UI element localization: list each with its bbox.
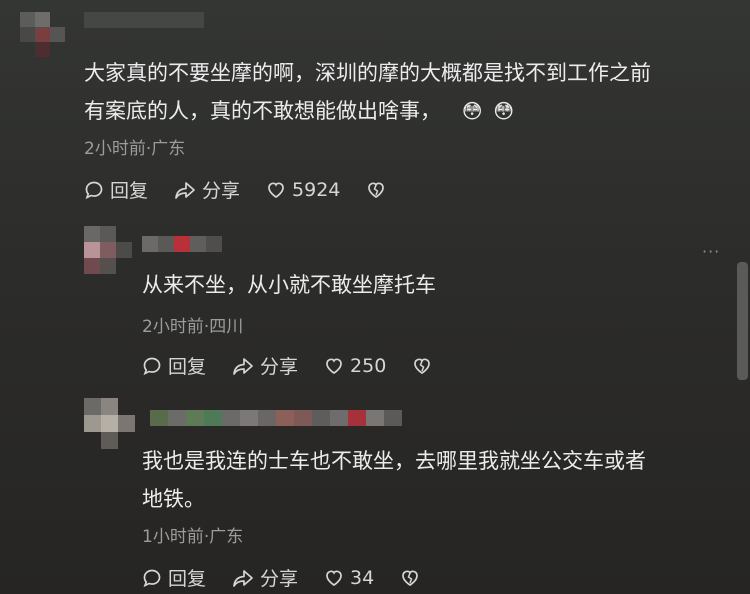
comment-actions: 回复 分享 250 (142, 352, 464, 379)
avatar[interactable] (84, 398, 136, 450)
flushed-face-emoji: 😳 (461, 99, 483, 123)
like-count: 5924 (292, 178, 341, 201)
broken-heart-icon (414, 357, 431, 374)
dislike-button[interactable] (400, 568, 426, 588)
username-obscured[interactable] (84, 12, 204, 28)
comment-timestamp-location: 2小时前·广东 (84, 139, 186, 159)
comment-text: 大家真的不要坐摩的啊，深圳的摩的大概都是找不到工作之前 有案底的人，真的不敢想能… (84, 61, 651, 123)
dislike-button[interactable] (412, 356, 438, 376)
share-button[interactable]: 分享 (174, 176, 240, 203)
like-count: 34 (350, 566, 375, 589)
dislike-button[interactable] (366, 180, 392, 200)
heart-icon (326, 357, 342, 374)
avatar[interactable] (84, 226, 134, 276)
username-obscured[interactable] (142, 236, 222, 252)
username-obscured[interactable] (150, 410, 408, 426)
broken-heart-icon (368, 181, 385, 198)
avatar[interactable] (20, 12, 66, 70)
like-button[interactable]: 34 (324, 567, 374, 589)
comment-text: 我也是我连的士车也不敢坐，去哪里我就坐公交车或者 地铁。 (142, 449, 646, 511)
comment-actions: 回复 分享 34 (142, 564, 452, 591)
scrollbar-thumb[interactable] (737, 262, 748, 380)
broken-heart-icon (402, 569, 419, 586)
speech-bubble-icon (143, 569, 161, 587)
reply-button[interactable]: 回复 (142, 564, 206, 591)
share-arrow-icon (233, 357, 253, 375)
speech-bubble-icon (85, 181, 103, 199)
share-button[interactable]: 分享 (232, 352, 298, 379)
comment-timestamp-location: 2小时前·四川 (142, 317, 244, 337)
heart-icon (326, 569, 342, 586)
comment-actions: 回复 分享 5924 (84, 176, 418, 203)
share-arrow-icon (233, 569, 253, 587)
like-button[interactable]: 250 (324, 355, 386, 377)
reply-button[interactable]: 回复 (84, 176, 148, 203)
like-count: 250 (350, 354, 387, 377)
reply-button[interactable]: 回复 (142, 352, 206, 379)
comment-timestamp-location: 1小时前·广东 (142, 527, 244, 547)
flushed-face-emoji: 😳 (493, 99, 515, 123)
more-options-button[interactable]: ··· (702, 242, 720, 261)
like-button[interactable]: 5924 (266, 179, 340, 201)
speech-bubble-icon (143, 357, 161, 375)
share-button[interactable]: 分享 (232, 564, 298, 591)
share-arrow-icon (175, 181, 195, 199)
heart-icon (268, 181, 284, 198)
comment-text: 从来不坐，从小就不敢坐摩托车 (142, 273, 436, 297)
